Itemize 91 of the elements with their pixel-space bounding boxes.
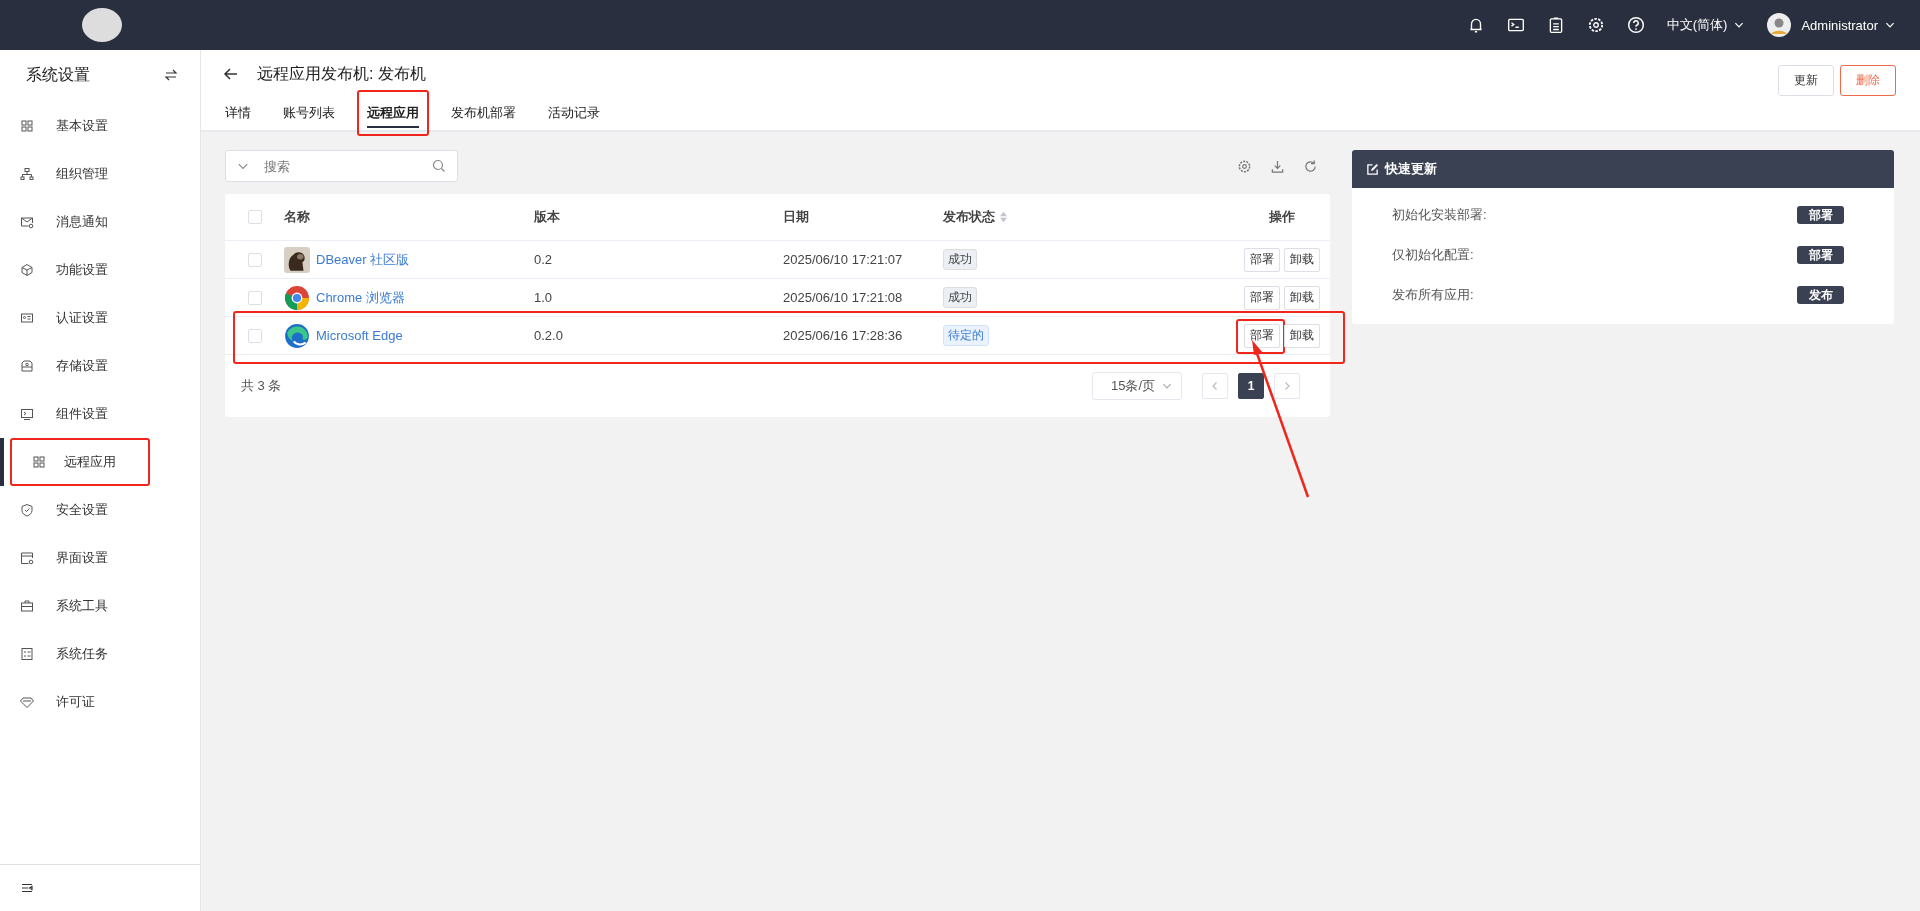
page-title: 远程应用发布机: 发布机 [257,63,426,84]
swap-icon[interactable] [164,68,178,82]
sidebar-item[interactable]: 远程应用 [0,438,200,486]
org-icon [20,167,34,181]
avatar-icon[interactable] [1767,13,1792,37]
grid-icon [32,455,46,469]
search-icon [432,159,446,173]
beaver-icon [284,246,310,273]
action-button[interactable]: 部署 [1797,206,1844,224]
download-icon[interactable] [1270,158,1285,174]
sidebar-title: 系统设置 [26,64,90,85]
tab[interactable]: 活动记录 [548,98,600,128]
edit-icon [1366,162,1379,176]
action-label: 发布所有应用: [1392,286,1474,304]
app-name-link[interactable]: Chrome 浏览器 [316,288,405,307]
status-tag: 成功 [943,287,977,308]
help-icon[interactable] [1626,16,1645,34]
column-header[interactable]: 发布状态 [943,208,995,226]
mail-icon [20,215,34,229]
column-header: 日期 [783,208,810,226]
back-arrow-icon[interactable] [223,66,239,82]
table-cell-text: 2025/06/10 17:21:08 [783,290,904,305]
card-icon [20,311,34,325]
cube-icon [20,263,34,277]
table-cell-text: 2025/06/16 17:28:36 [783,328,904,343]
terminal-icon[interactable] [1506,16,1525,34]
diamond-icon [20,695,34,709]
deploy-button[interactable]: 部署 [1243,323,1280,348]
sidebar-item[interactable]: 功能设置 [0,246,200,294]
tab[interactable]: 详情 [225,98,251,128]
collapse-menu-icon[interactable] [20,881,34,895]
settings-icon[interactable] [1586,16,1605,34]
refresh-icon[interactable] [1303,158,1318,174]
deploy-button[interactable]: 部署 [1243,247,1280,272]
chevron-right-icon [1282,381,1292,391]
update-button[interactable]: 更新 [1778,64,1834,96]
terminal-icon [20,407,34,421]
sidebar-item[interactable]: 消息通知 [0,198,200,246]
uninstall-button[interactable]: 卸载 [1283,285,1320,310]
action-button[interactable]: 部署 [1797,246,1844,264]
page-size-select[interactable]: 15条/页 [1091,372,1182,400]
table-cell-text: 2025/06/10 17:21:07 [783,252,904,267]
checkbox[interactable] [247,290,262,305]
table-cell-text: 1.0 [534,290,554,305]
panel-title: 快速更新 [1385,160,1437,178]
action-button[interactable]: 发布 [1797,286,1844,304]
case-icon [20,599,34,613]
edge-icon [284,322,310,349]
column-header: 版本 [534,208,561,226]
checkbox[interactable] [247,252,262,267]
sidebar-item[interactable]: 界面设置 [0,534,200,582]
sidebar-item[interactable]: 系统工具 [0,582,200,630]
app-name-link[interactable]: DBeaver 社区版 [316,250,410,269]
uninstall-button[interactable]: 卸载 [1283,323,1320,348]
chrome-icon [284,284,310,311]
page-button[interactable]: 1 [1238,373,1264,399]
window-icon [20,551,34,565]
deploy-button[interactable]: 部署 [1243,285,1280,310]
sidebar-item[interactable]: 许可证 [0,678,200,726]
sidebar-item[interactable]: 认证设置 [0,294,200,342]
status-tag: 待定的 [943,325,989,346]
table-cell-text: 0.2.0 [534,328,564,343]
tab[interactable]: 账号列表 [283,98,335,128]
storage-icon [20,359,34,373]
total-count: 共 3 条 [241,377,282,395]
sidebar-item[interactable]: 组件设置 [0,390,200,438]
sidebar-item[interactable]: 基本设置 [0,102,200,150]
sidebar-item[interactable]: 组织管理 [0,150,200,198]
column-header: 操作 [1267,208,1296,226]
sidebar-item[interactable]: 存储设置 [0,342,200,390]
app-name-link[interactable]: Microsoft Edge [316,328,403,343]
action-label: 仅初始化配置: [1392,246,1474,264]
tab[interactable]: 远程应用 [367,98,419,128]
table-cell-text: 0.2 [534,252,554,267]
checkbox[interactable] [247,328,262,343]
status-tag: 成功 [943,249,977,270]
grid-icon [20,119,34,133]
shield-icon [20,503,34,517]
checkbox[interactable] [247,210,262,224]
uninstall-button[interactable]: 卸载 [1283,247,1320,272]
logo-icon [82,8,122,42]
list-icon [20,647,34,661]
user-menu[interactable]: Administrator [1801,17,1896,33]
language-selector[interactable]: 中文(简体) [1666,16,1746,34]
tab[interactable]: 发布机部署 [451,98,516,128]
sidebar-item[interactable]: 安全设置 [0,486,200,534]
search-field[interactable]: 搜索 [225,150,458,182]
chevron-left-icon [1210,381,1220,391]
action-label: 初始化安装部署: [1392,206,1487,224]
sidebar-item[interactable]: 系统任务 [0,630,200,678]
column-header: 名称 [284,208,311,226]
